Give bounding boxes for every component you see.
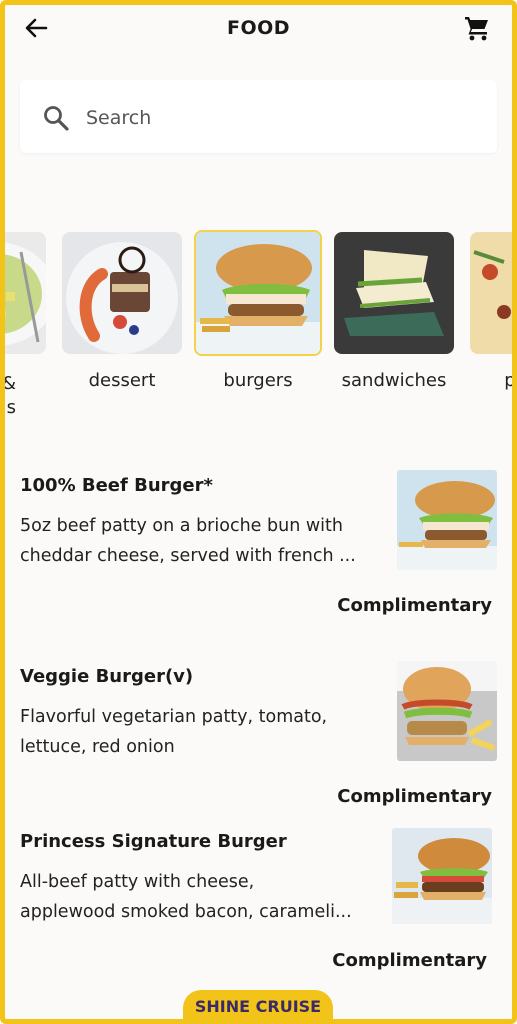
item-price: Complimentary [337,786,492,807]
item-description: Flavorful vegetarian patty, tomato, lett… [20,707,328,757]
dessert-image [62,232,182,354]
category-carousel[interactable]: & s dessert burgers sandwiches p [0,230,517,430]
search-bar[interactable] [20,80,497,153]
item-image [397,470,497,570]
category-label: burgers [223,370,293,391]
pizza-image [470,232,517,354]
header: FOOD [0,0,517,58]
item-name: Princess Signature Burger [20,831,287,852]
burger-image [194,230,322,356]
category-label: dessert [88,370,156,391]
search-input[interactable] [84,100,468,136]
item-name: Veggie Burger(v) [20,666,194,687]
item-price: Complimentary [332,950,487,971]
item-image [397,661,497,761]
item-price: Complimentary [337,595,492,616]
item-description: 5oz beef patty on a brioche bun with che… [20,516,356,566]
item-image [392,828,492,928]
search-icon [44,106,69,131]
category-label: & s [1,373,16,418]
brand-badge: SHINE CRUISE [183,990,333,1024]
sandwich-image [334,232,454,354]
page-title: FOOD [226,17,291,39]
cart-icon[interactable] [463,14,491,42]
category-label: p [504,370,516,391]
salad-image [0,232,46,354]
item-name: 100% Beef Burger* [20,475,213,496]
item-description: All-beef patty with cheese, applewood sm… [20,872,352,922]
